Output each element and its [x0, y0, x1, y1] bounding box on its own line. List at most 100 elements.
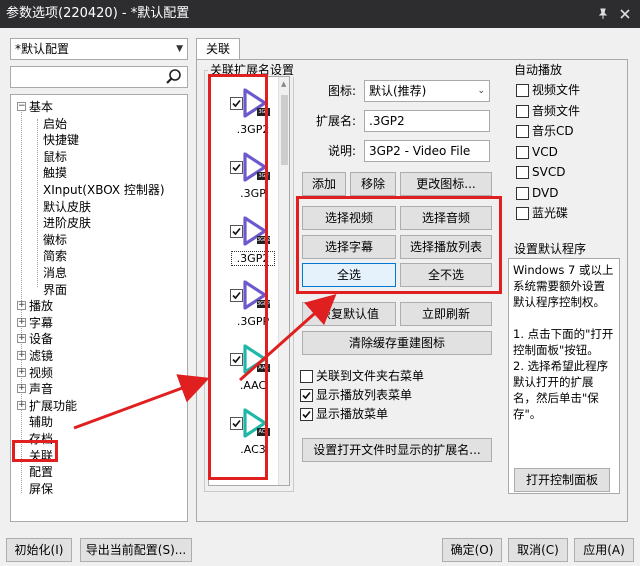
- option-checkbox[interactable]: [300, 370, 313, 383]
- tree-item[interactable]: 消息: [43, 265, 67, 281]
- autoplay-label-item: 音乐CD: [532, 124, 574, 138]
- tree-item[interactable]: 进阶皮肤: [43, 215, 91, 231]
- autoplay-label-item: SVCD: [532, 165, 566, 179]
- highlight-association-item: [12, 440, 58, 462]
- window-title: 参数选项(220420) - *默认配置: [6, 6, 190, 21]
- tree-item[interactable]: 声音: [29, 381, 53, 397]
- tree-expander-icon[interactable]: +: [17, 400, 26, 410]
- chevron-down-icon: ⌄: [477, 86, 485, 96]
- restore-default-button[interactable]: 恢复默认值: [302, 302, 396, 326]
- info-line: 控制面板"按钮。: [513, 343, 599, 357]
- option-checkbox[interactable]: [300, 408, 313, 421]
- autoplay-label-item: VCD: [532, 144, 558, 159]
- option-label: 显示播放菜单: [316, 407, 389, 421]
- tree-expander-icon[interactable]: +: [17, 384, 26, 394]
- tree-expander-icon[interactable]: +: [17, 367, 26, 377]
- scroll-thumb[interactable]: [281, 95, 288, 165]
- tree-item[interactable]: 滤镜: [29, 348, 53, 364]
- autoplay-label-item: 音频文件: [532, 103, 581, 118]
- highlight-ext-list: [208, 74, 268, 480]
- desc-input-value: 3GP2 - Video File: [369, 144, 471, 158]
- icon-label: 图标:: [327, 84, 356, 98]
- autoplay-label-item: DVD: [532, 185, 559, 200]
- tree-item[interactable]: 鼠标: [43, 149, 67, 165]
- search-input[interactable]: [10, 66, 188, 88]
- tree-expander-icon[interactable]: −: [17, 102, 26, 111]
- autoplay-checkbox[interactable]: [516, 166, 529, 179]
- cancel-button[interactable]: 取消(C): [508, 538, 568, 562]
- tree-item[interactable]: 徽标: [43, 232, 67, 248]
- close-icon[interactable]: [614, 0, 636, 28]
- tree-item[interactable]: 基本: [29, 99, 53, 115]
- ext-input-value: .3GP2: [369, 114, 405, 128]
- pin-icon[interactable]: [592, 0, 614, 28]
- default-program-label: 设置默认程序: [512, 242, 589, 256]
- autoplay-checkbox[interactable]: [516, 145, 529, 159]
- ext-label: 扩展名:: [315, 114, 356, 128]
- export-config-button[interactable]: 导出当前配置(S)...: [80, 538, 192, 562]
- tree-item[interactable]: 辅助: [29, 414, 53, 430]
- tree-expander-icon[interactable]: +: [17, 301, 26, 311]
- tree-item[interactable]: 字幕: [29, 315, 53, 331]
- tree-item[interactable]: 视频: [29, 365, 53, 381]
- tree-item[interactable]: XInput(XBOX 控制器): [43, 182, 165, 198]
- tree-item[interactable]: 配置: [29, 464, 53, 480]
- autoplay-label-item: 视频文件: [532, 83, 581, 97]
- set-shown-exts-button[interactable]: 设置打开文件时显示的扩展名...: [302, 438, 492, 462]
- open-control-panel-button[interactable]: 打开控制面板: [514, 468, 610, 492]
- tab-association-label: 关联: [205, 42, 230, 56]
- highlight-select-buttons: [296, 196, 502, 294]
- autoplay-label-item: 蓝光碟: [532, 206, 569, 220]
- info-line: 默认程序控制权。: [513, 295, 605, 309]
- profile-select[interactable]: *默认配置 ▼: [10, 38, 188, 60]
- tree-item[interactable]: 快捷键: [43, 132, 79, 148]
- tree-item[interactable]: 简索: [43, 248, 67, 264]
- refresh-now-button[interactable]: 立即刷新: [400, 302, 492, 326]
- profile-select-value: *默认配置: [15, 42, 70, 56]
- title-bar: 参数选项(220420) - *默认配置: [0, 0, 640, 28]
- info-line: 名，然后单击"保: [513, 391, 599, 405]
- tree-item[interactable]: 界面: [43, 282, 67, 298]
- desc-input[interactable]: 3GP2 - Video File: [364, 140, 490, 162]
- change-icon-button[interactable]: 更改图标...: [400, 172, 492, 196]
- ext-list-scrollbar[interactable]: ▲: [278, 77, 289, 485]
- tree-expander-icon[interactable]: +: [17, 351, 26, 360]
- tree-item[interactable]: 屏保: [29, 481, 53, 497]
- autoplay-label: 自动播放: [512, 63, 565, 77]
- tree-item[interactable]: 设备: [29, 331, 53, 347]
- chevron-down-icon: ▼: [176, 44, 183, 54]
- tree-item[interactable]: 默认皮肤: [43, 199, 91, 215]
- tree-expander-icon[interactable]: +: [17, 317, 26, 327]
- info-line: 存"。: [513, 407, 542, 421]
- info-line: 默认打开的扩展: [513, 375, 594, 389]
- info-line: Windows 7 或以上: [513, 263, 614, 277]
- autoplay-checkbox[interactable]: [516, 104, 529, 118]
- autoplay-checkbox[interactable]: [516, 125, 529, 138]
- autoplay-checkbox[interactable]: [516, 186, 529, 200]
- search-icon[interactable]: [164, 67, 186, 87]
- tree-item[interactable]: 播放: [29, 298, 53, 314]
- option-label: 显示播放列表菜单: [316, 388, 413, 402]
- info-line: 2. 选择希望此程序: [513, 359, 609, 373]
- init-button[interactable]: 初始化(I): [6, 538, 72, 562]
- ok-button[interactable]: 确定(O): [442, 538, 502, 562]
- info-line: 系统需要额外设置: [513, 279, 605, 293]
- add-button[interactable]: 添加: [302, 172, 346, 196]
- remove-button[interactable]: 移除: [350, 172, 396, 196]
- autoplay-checkbox[interactable]: [516, 207, 529, 220]
- autoplay-checkbox[interactable]: [516, 84, 529, 97]
- apply-button[interactable]: 应用(A): [574, 538, 634, 562]
- tree-item[interactable]: 触摸: [43, 165, 67, 181]
- tree-item[interactable]: 启始: [43, 116, 67, 132]
- tab-association[interactable]: 关联: [196, 38, 240, 60]
- option-checkbox[interactable]: [300, 389, 313, 402]
- clear-cache-button[interactable]: 清除缓存重建图标: [302, 331, 492, 355]
- desc-label: 说明:: [327, 144, 356, 158]
- ext-input[interactable]: .3GP2: [364, 110, 490, 132]
- tree-expander-icon[interactable]: +: [17, 334, 26, 344]
- icon-select[interactable]: 默认(推荐) ⌄: [364, 80, 490, 102]
- info-line: 1. 点击下面的"打开: [513, 327, 614, 341]
- icon-select-value: 默认(推荐): [369, 84, 427, 98]
- tree-item[interactable]: 扩展功能: [29, 398, 77, 414]
- option-label: 关联到文件夹右菜单: [316, 369, 425, 383]
